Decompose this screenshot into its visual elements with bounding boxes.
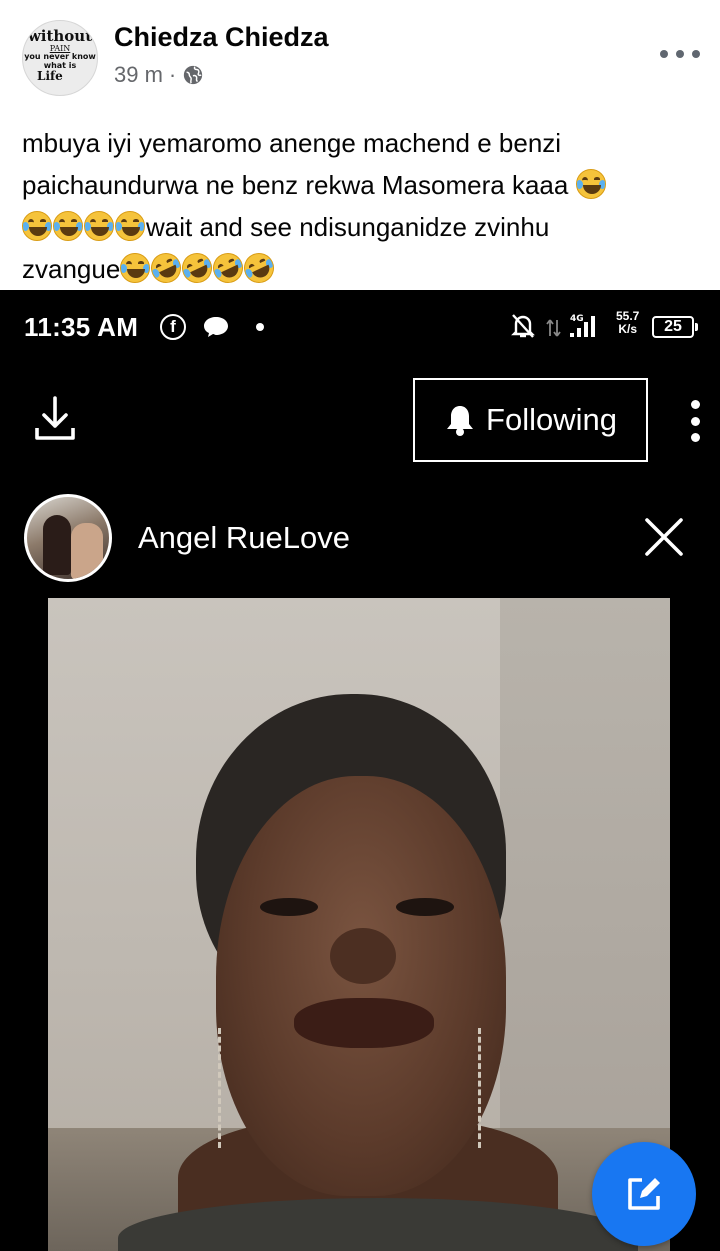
rolling-laughing-emoji	[239, 248, 280, 288]
more-options-button[interactable]	[660, 42, 700, 66]
download-icon[interactable]	[34, 396, 76, 446]
tears-of-joy-emoji	[22, 211, 52, 241]
post-header: without PAIN you never know what is Life…	[0, 0, 720, 110]
meta-separator: ·	[168, 62, 177, 87]
avatar-person-shape	[71, 523, 103, 579]
post-text-line: mbuya iyi yemaromo anenge machend e benz…	[22, 128, 562, 158]
battery-level: 25	[664, 318, 682, 335]
author-avatar[interactable]: without PAIN you never know what is Life	[22, 20, 98, 96]
chat-bubble-icon	[204, 317, 228, 337]
compose-button[interactable]	[592, 1142, 696, 1246]
menu-dot	[690, 416, 700, 426]
signal-icon: 4G	[546, 314, 595, 337]
globe-icon	[184, 65, 203, 85]
story-avatar[interactable]	[24, 494, 112, 582]
rolling-laughing-emoji	[177, 248, 218, 288]
following-label: Following	[486, 402, 617, 437]
post-text-line: wait and see ndisunganidze zvinhu	[146, 212, 550, 242]
avatar-text-line: Life	[37, 69, 63, 84]
tears-of-joy-emoji	[575, 169, 606, 199]
video-person-earring	[478, 1028, 488, 1148]
bell-off-icon	[511, 314, 535, 338]
video-person-eye	[260, 898, 318, 916]
post-time[interactable]: 39 m	[114, 62, 163, 88]
avatar-text-line: without	[27, 27, 93, 46]
video-person-mouth	[294, 998, 434, 1048]
story-video[interactable]	[48, 598, 670, 1251]
more-dot	[676, 50, 684, 58]
tears-of-joy-emoji	[84, 211, 114, 241]
tears-of-joy-emoji	[115, 211, 145, 241]
menu-dot	[690, 433, 700, 442]
status-bar: 11:35 AM f 4G 55.7 K/s 25	[0, 290, 720, 364]
close-icon[interactable]	[644, 517, 684, 557]
post-text: mbuya iyi yemaromo anenge machend e benz…	[22, 122, 702, 290]
notification-dot-icon	[256, 323, 264, 331]
video-person-face	[216, 776, 506, 1196]
video-person-earring	[218, 1028, 228, 1148]
more-dot	[660, 50, 668, 58]
rolling-laughing-emoji	[208, 248, 249, 288]
facebook-icon: f	[160, 314, 186, 340]
bell-icon	[447, 406, 474, 436]
post-meta: 39 m ·	[114, 62, 204, 88]
tears-of-joy-emoji	[120, 253, 151, 283]
tears-of-joy-emoji	[53, 211, 83, 241]
story-screenshot[interactable]: 11:35 AM f 4G 55.7 K/s 25 Following Ange…	[0, 290, 720, 1251]
following-button[interactable]: Following	[413, 378, 648, 462]
story-author-name[interactable]: Angel RueLove	[138, 520, 350, 556]
author-name[interactable]: Chiedza Chiedza	[114, 22, 329, 53]
more-dot	[692, 50, 700, 58]
rolling-laughing-emoji	[146, 248, 187, 288]
video-person-nose	[330, 928, 396, 984]
avatar-person-shape	[43, 515, 71, 575]
kebab-menu-icon[interactable]	[688, 400, 702, 442]
battery-icon: 25	[652, 316, 698, 338]
post-text-line: zvangue	[22, 254, 121, 284]
menu-dot	[690, 400, 700, 409]
speed-unit: K/s	[618, 322, 638, 336]
post-text-line: paichaundurwa ne benz rekwa Masomera kaa…	[22, 170, 569, 200]
status-time: 11:35 AM	[24, 312, 139, 342]
network-speed: 55.7 K/s	[616, 310, 639, 336]
network-type-label: 4G	[570, 314, 584, 324]
video-person-eye	[396, 898, 454, 916]
edit-icon	[628, 1178, 660, 1210]
